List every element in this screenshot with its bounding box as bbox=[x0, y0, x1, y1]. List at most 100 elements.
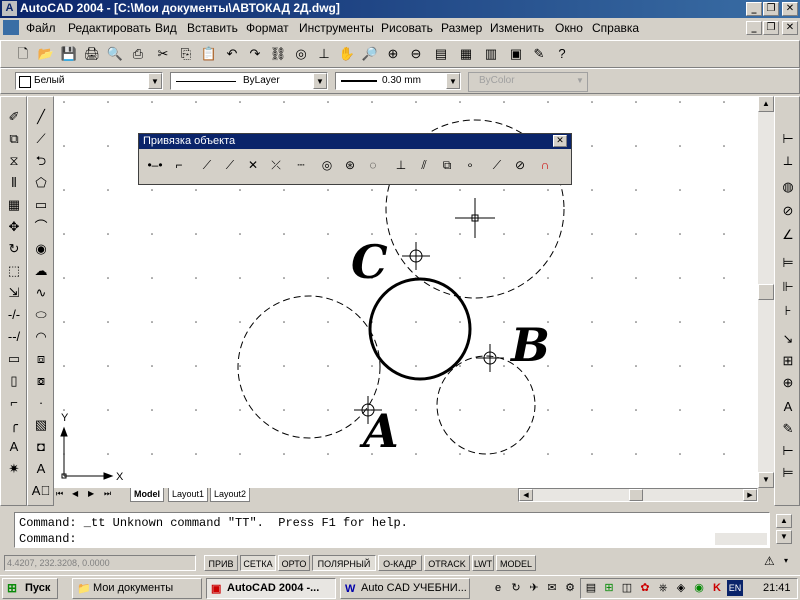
copy-object-icon[interactable]: ⧉ bbox=[4, 129, 24, 149]
markup-icon[interactable]: ✎ bbox=[529, 44, 549, 64]
menu-edit[interactable]: Редактировать bbox=[68, 21, 151, 35]
quick-leader-icon[interactable]: ↘ bbox=[778, 329, 798, 349]
new-icon[interactable]: 🗋 bbox=[13, 44, 33, 64]
document-icon[interactable] bbox=[3, 20, 19, 35]
dim-style-icon[interactable]: ⊨ bbox=[778, 463, 798, 483]
plot-icon[interactable]: 🖨 bbox=[82, 44, 102, 64]
snap-mode-button[interactable]: ПРИВ bbox=[204, 555, 238, 571]
array-icon[interactable]: ▦ bbox=[4, 195, 24, 215]
temp-track-point-icon[interactable]: •–• bbox=[145, 154, 165, 176]
arc-icon[interactable]: ⌒ bbox=[31, 217, 51, 237]
command-scroll[interactable] bbox=[715, 533, 767, 545]
start-button[interactable]: ⊞ Пуск bbox=[2, 578, 58, 599]
circle-icon[interactable]: ◉ bbox=[31, 239, 51, 259]
undo-icon[interactable]: ↶ bbox=[222, 44, 242, 64]
dim-baseline-icon[interactable]: ⊨ bbox=[778, 253, 798, 273]
menu-draw[interactable]: Рисовать bbox=[381, 21, 433, 35]
help-icon[interactable]: ? bbox=[552, 44, 572, 64]
polyline-icon[interactable]: ⮌ bbox=[31, 151, 51, 171]
region-icon[interactable]: ◘ bbox=[31, 437, 51, 457]
mirror-icon[interactable]: ⧖ bbox=[4, 151, 24, 171]
point-icon[interactable]: · bbox=[31, 393, 51, 413]
color-control[interactable]: Белый ▼ bbox=[15, 72, 163, 90]
clock[interactable]: 21:41 bbox=[763, 582, 791, 594]
tab-next-icon[interactable]: ▶ bbox=[88, 489, 94, 498]
tolerance-icon[interactable]: ⊞ bbox=[778, 351, 798, 371]
extend-icon[interactable]: --/ bbox=[4, 327, 24, 347]
move-icon[interactable]: ✥ bbox=[4, 217, 24, 237]
construction-line-icon[interactable]: ⟋ bbox=[31, 129, 51, 149]
snap-midpoint-icon[interactable]: ⟋ bbox=[220, 154, 240, 176]
break-icon[interactable]: ▭ bbox=[4, 349, 24, 369]
status-menu-icon[interactable]: ▾ bbox=[784, 556, 796, 568]
open-icon[interactable]: 📂 bbox=[36, 44, 56, 64]
doc-close-button[interactable]: ✕ bbox=[782, 21, 798, 35]
linetype-control[interactable]: ByLayer ▼ bbox=[170, 72, 328, 90]
menu-dimension[interactable]: Размер bbox=[441, 21, 482, 35]
chevron-down-icon[interactable]: ▼ bbox=[313, 73, 327, 89]
hatch-icon[interactable]: ▧ bbox=[31, 415, 51, 435]
menu-view[interactable]: Вид bbox=[155, 21, 177, 35]
dim-continue-icon[interactable]: ⊩ bbox=[778, 277, 798, 297]
fillet-icon[interactable]: ╭ bbox=[4, 415, 24, 435]
minimize-button[interactable]: _ bbox=[746, 2, 762, 16]
osnap-mode-button[interactable]: О-КАДР bbox=[378, 555, 422, 571]
vertical-scrollbar[interactable]: ▲ ▼ bbox=[758, 96, 774, 488]
save-icon[interactable]: 💾 bbox=[59, 44, 79, 64]
otrack-mode-button[interactable]: OTRACK bbox=[424, 555, 470, 571]
paste-icon[interactable]: 📋 bbox=[199, 44, 219, 64]
osnap-toolbar-title[interactable]: Привязка объекта bbox=[139, 134, 571, 149]
command-window[interactable]: Command: _tt Unknown command "TT". Press… bbox=[14, 512, 770, 548]
menu-file[interactable]: Файл bbox=[26, 21, 56, 35]
tool-palettes-icon[interactable]: ▥ bbox=[481, 44, 501, 64]
erase-icon[interactable]: ✐ bbox=[4, 107, 24, 127]
menu-insert[interactable]: Вставить bbox=[187, 21, 238, 35]
menu-help[interactable]: Справка bbox=[592, 21, 639, 35]
task-my-documents[interactable]: 📁 Мои документы bbox=[72, 578, 202, 599]
snap-endpoint-icon[interactable]: ⟋ bbox=[197, 154, 217, 176]
tray-icon-13[interactable]: K bbox=[709, 580, 725, 596]
tray-icon-8[interactable]: ◫ bbox=[619, 580, 635, 596]
snap-extension-icon[interactable]: ┄ bbox=[291, 154, 311, 176]
scroll-left-arrow-icon[interactable]: ◀ bbox=[519, 489, 533, 501]
doc-minimize-button[interactable]: _ bbox=[746, 21, 762, 35]
ie-tray-icon[interactable]: e bbox=[490, 580, 506, 596]
scale-icon[interactable]: ⬚ bbox=[4, 261, 24, 281]
tab-layout1[interactable]: Layout1 bbox=[168, 488, 209, 502]
hyperlink-icon[interactable]: ⛓ bbox=[268, 44, 288, 64]
tray-icon-10[interactable]: ⎈ bbox=[655, 580, 671, 596]
chevron-down-icon[interactable]: ▼ bbox=[446, 73, 460, 89]
trim-icon[interactable]: -/- bbox=[4, 305, 24, 325]
horizontal-scrollbar[interactable]: ◀ ▶ bbox=[518, 488, 758, 502]
explode-icon[interactable]: ✷ bbox=[4, 459, 24, 479]
model-space-button[interactable]: MODEL bbox=[496, 555, 536, 571]
chamfer-icon[interactable]: ⌐ bbox=[4, 393, 24, 413]
ellipse-arc-icon[interactable]: ◠ bbox=[31, 327, 51, 347]
snap-perpendicular-icon[interactable]: ⊥ bbox=[391, 154, 411, 176]
properties-icon[interactable]: ▤ bbox=[431, 44, 451, 64]
language-indicator[interactable]: EN bbox=[727, 580, 743, 596]
tray-icon-9[interactable]: ✿ bbox=[637, 580, 653, 596]
text-edit-icon[interactable]: A bbox=[4, 437, 24, 457]
center-mark-icon[interactable]: ⊕ bbox=[778, 373, 798, 393]
spline-icon[interactable]: ∿ bbox=[31, 283, 51, 303]
osnap-settings-icon[interactable]: ∩ bbox=[535, 154, 555, 176]
lineweight-control[interactable]: 0.30 mm ▼ bbox=[335, 72, 461, 90]
task-autocad[interactable]: ▣ AutoCAD 2004 -... bbox=[206, 578, 336, 599]
make-block-icon[interactable]: ⧇ bbox=[31, 371, 51, 391]
tray-icon-2[interactable]: ↻ bbox=[508, 580, 524, 596]
snap-from-icon[interactable]: ⌐ bbox=[169, 154, 189, 176]
scroll-thumb[interactable] bbox=[758, 284, 774, 300]
publish-icon[interactable]: ⎙ bbox=[128, 44, 148, 64]
command-prompt[interactable]: Command: bbox=[19, 532, 77, 546]
tray-icon-11[interactable]: ◈ bbox=[673, 580, 689, 596]
menu-window[interactable]: Окно bbox=[555, 21, 583, 35]
tab-prev-icon[interactable]: ◀ bbox=[72, 489, 78, 498]
insert-block-icon[interactable]: ⧈ bbox=[31, 349, 51, 369]
tray-icon-3[interactable]: ✈ bbox=[526, 580, 542, 596]
cut-icon[interactable]: ✂ bbox=[153, 44, 173, 64]
dim-ordinate-icon[interactable]: ⊦ bbox=[778, 301, 798, 321]
join-icon[interactable]: ▯ bbox=[4, 371, 24, 391]
zoom-realtime-icon[interactable]: 🔎 bbox=[360, 44, 380, 64]
scroll-down-arrow-icon[interactable]: ▼ bbox=[758, 472, 774, 488]
